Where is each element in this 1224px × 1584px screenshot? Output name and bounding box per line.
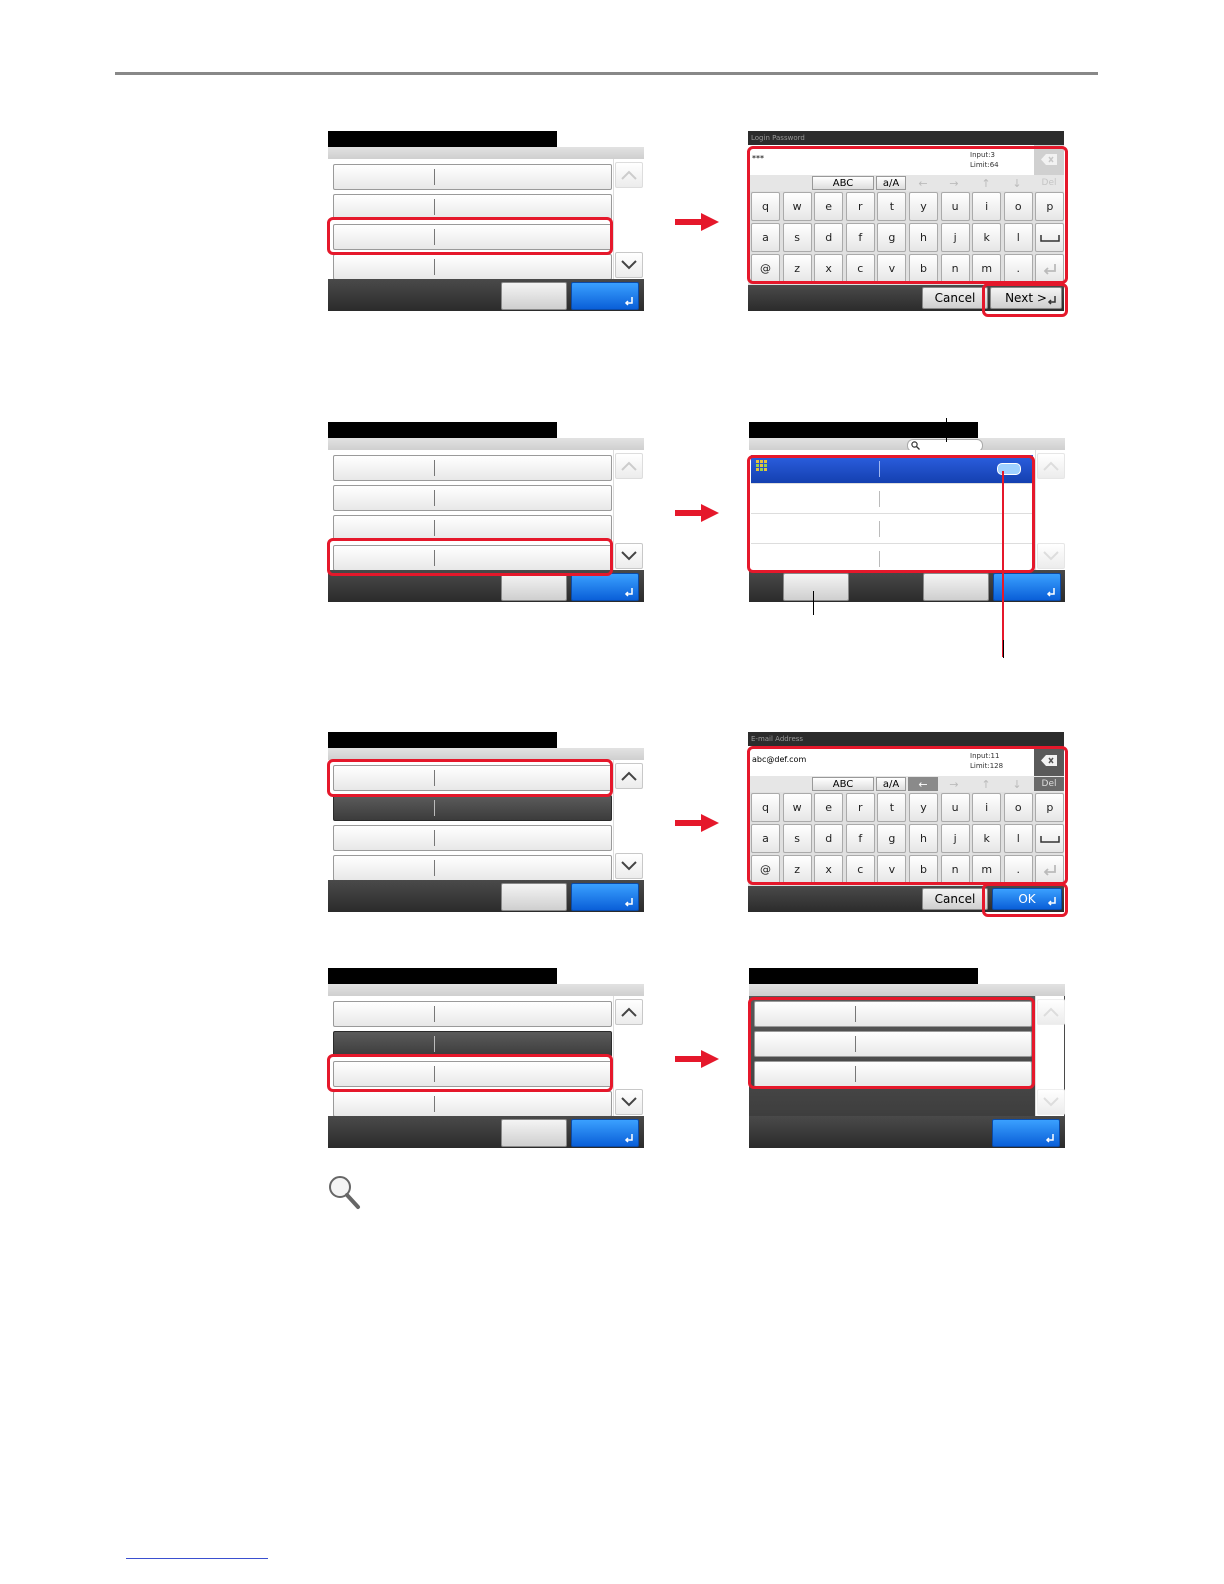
highlight-box — [982, 883, 1068, 917]
list-item[interactable] — [333, 164, 612, 190]
cancel-button[interactable]: Cancel — [922, 888, 988, 910]
chevron-up-icon — [1043, 1007, 1059, 1017]
highlight-box — [982, 283, 1068, 317]
bottom-bar — [328, 279, 644, 311]
magnifier-icon — [329, 1176, 360, 1209]
list-item-disabled — [333, 795, 612, 821]
list-item[interactable] — [333, 455, 612, 481]
scroll-up-button[interactable] — [1037, 999, 1065, 1025]
scroll-up-button[interactable] — [615, 162, 643, 188]
screen-sub-bar — [328, 147, 644, 159]
screen-title-bar — [749, 968, 978, 984]
screen-sub-bar — [328, 438, 644, 450]
highlight-box — [327, 759, 613, 797]
scroll-down-button[interactable] — [1037, 543, 1065, 569]
bottom-bar — [749, 570, 1065, 602]
cancel-button[interactable] — [501, 1119, 567, 1147]
cancel-button[interactable] — [501, 573, 567, 601]
scroll-down-button[interactable] — [1037, 1089, 1065, 1115]
screen-title-bar — [328, 968, 557, 984]
scrollbar[interactable] — [613, 159, 643, 279]
callout-line — [946, 418, 947, 442]
callout-line — [1002, 471, 1004, 657]
screen-sub-bar — [328, 984, 644, 996]
highlight-box — [747, 146, 1068, 284]
chevron-up-icon — [621, 170, 637, 180]
cancel-button[interactable] — [501, 282, 567, 310]
highlight-box — [327, 1054, 613, 1092]
chevron-down-icon — [621, 551, 637, 561]
list-item[interactable] — [333, 855, 612, 881]
scrollbar[interactable] — [613, 760, 643, 880]
right-arrow-icon — [675, 814, 719, 832]
header-rule — [115, 72, 1098, 75]
right-arrow-icon — [675, 213, 719, 231]
chevron-down-icon — [1043, 1097, 1059, 1107]
callout-line — [813, 591, 814, 615]
enter-icon — [624, 898, 633, 907]
cancel-button[interactable] — [501, 883, 567, 911]
scroll-down-button[interactable] — [615, 252, 643, 278]
screen-title-bar — [328, 422, 557, 438]
cancel-button[interactable]: Cancel — [922, 287, 988, 309]
enter-icon — [624, 588, 633, 597]
enter-icon — [624, 1134, 633, 1143]
screen-title-bar — [328, 131, 557, 147]
ok-button[interactable] — [571, 1119, 639, 1147]
scroll-up-button[interactable] — [615, 999, 643, 1025]
screen-sub-bar — [749, 984, 1065, 996]
chevron-down-icon — [621, 1097, 637, 1107]
scroll-down-button[interactable] — [615, 1089, 643, 1115]
scrollbar[interactable] — [613, 450, 643, 570]
bottom-bar — [749, 1116, 1065, 1148]
right-arrow-icon — [675, 504, 719, 522]
bottom-bar — [328, 880, 644, 912]
ok-button[interactable] — [571, 883, 639, 911]
chevron-up-icon — [621, 1007, 637, 1017]
search-icon — [911, 441, 920, 450]
highlight-box — [747, 455, 1035, 573]
list-item[interactable] — [333, 825, 612, 851]
scroll-up-button[interactable] — [1037, 453, 1065, 479]
right-arrow-icon — [675, 1050, 719, 1068]
screen-title-bar — [328, 732, 557, 748]
footer-link-underline — [126, 1558, 268, 1559]
scroll-down-button[interactable] — [615, 853, 643, 879]
ok-button[interactable] — [571, 573, 639, 601]
highlight-box — [327, 217, 613, 255]
search-button[interactable] — [783, 573, 849, 601]
scrollbar[interactable] — [1035, 450, 1065, 570]
bottom-bar — [328, 1116, 644, 1148]
list-item[interactable] — [333, 1001, 612, 1027]
enter-icon — [1046, 588, 1055, 597]
callout-line — [1003, 640, 1004, 658]
enter-icon — [1045, 1134, 1054, 1143]
list-item[interactable] — [333, 485, 612, 511]
scroll-up-button[interactable] — [615, 453, 643, 479]
highlight-box — [327, 538, 613, 576]
chevron-up-icon — [1043, 461, 1059, 471]
screen-title-bar — [749, 422, 978, 438]
scrollbar[interactable] — [1035, 996, 1065, 1116]
cancel-button[interactable] — [923, 573, 989, 601]
keyboard-title: E-mail Address — [748, 732, 1064, 746]
chevron-down-icon — [621, 260, 637, 270]
ok-button[interactable] — [571, 282, 639, 310]
highlight-box — [747, 746, 1068, 885]
chevron-up-icon — [621, 461, 637, 471]
ok-button[interactable] — [992, 1119, 1060, 1147]
highlight-box — [748, 997, 1035, 1089]
chevron-up-icon — [621, 771, 637, 781]
list-item[interactable] — [333, 1091, 612, 1117]
enter-icon — [624, 297, 633, 306]
scrollbar[interactable] — [613, 996, 643, 1116]
chevron-down-icon — [621, 861, 637, 871]
list-item[interactable] — [333, 254, 612, 280]
scroll-down-button[interactable] — [615, 543, 643, 569]
keyboard-title: Login Password — [748, 131, 1064, 145]
scroll-up-button[interactable] — [615, 763, 643, 789]
chevron-down-icon — [1043, 551, 1059, 561]
